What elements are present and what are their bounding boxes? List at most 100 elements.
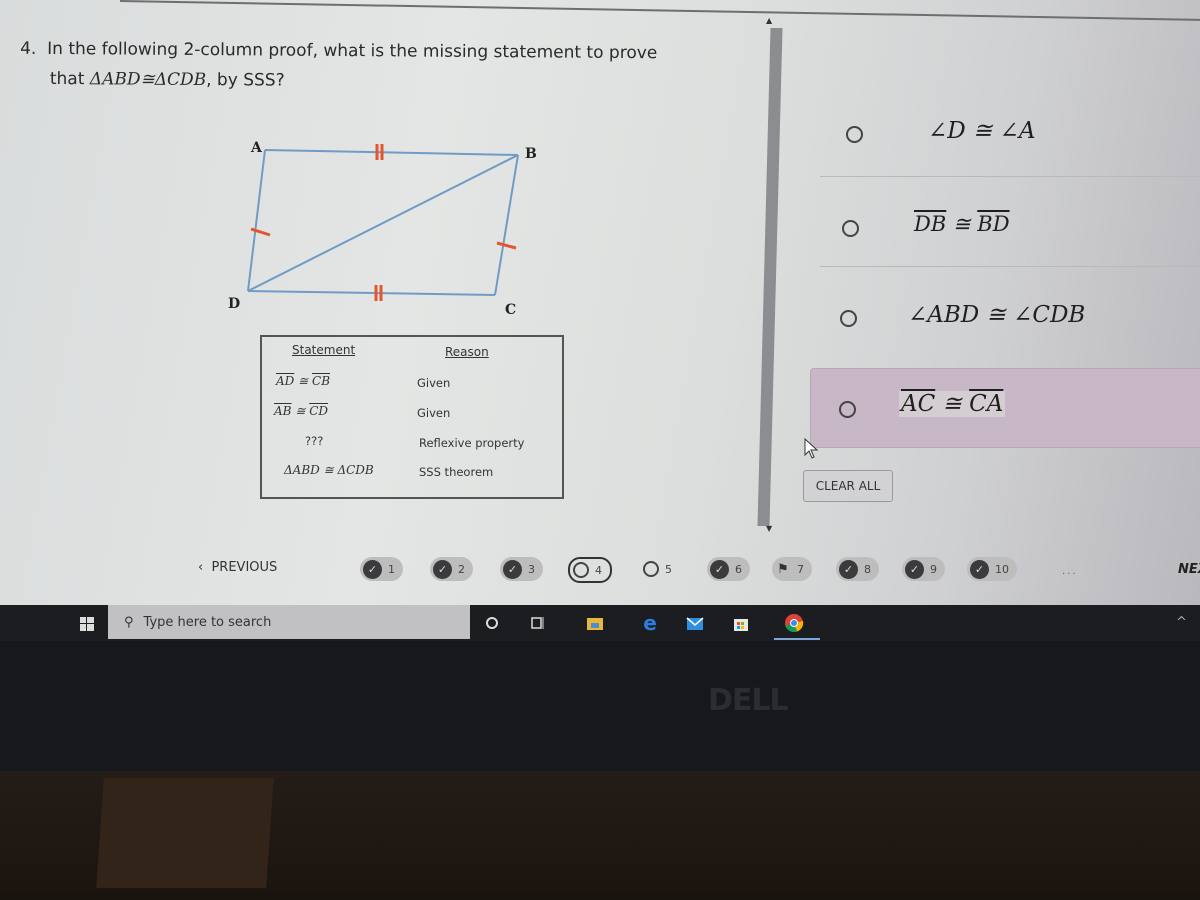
option-divider xyxy=(820,266,1200,267)
question-nav-9[interactable]: ✓ 9 xyxy=(902,557,945,581)
option-1-text: ∠D ≅ ∠A xyxy=(928,118,1036,144)
radio-button[interactable] xyxy=(840,310,857,327)
check-icon: ✓ xyxy=(363,559,382,579)
question-line-2-prefix: that xyxy=(49,68,85,90)
reason-header: Reason xyxy=(445,345,489,359)
tick-ad xyxy=(250,227,271,237)
check-icon: ✓ xyxy=(710,559,729,579)
segment-da xyxy=(247,149,266,292)
vertex-label-d: D xyxy=(228,296,241,312)
question-number: 1 xyxy=(388,562,395,576)
segment-cd xyxy=(247,290,496,296)
question-nav-8[interactable]: ✓ 8 xyxy=(836,557,879,581)
question-number: 9 xyxy=(930,562,937,576)
question-math: ΔABD≅ΔCDB xyxy=(89,69,207,91)
reason-row-3: Reflexive property xyxy=(419,436,525,450)
search-icon: ⚲ xyxy=(124,614,134,630)
check-icon: ✓ xyxy=(905,559,924,579)
mouse-cursor-icon xyxy=(804,438,819,459)
check-icon: ✓ xyxy=(839,559,858,579)
question-number: 4. xyxy=(20,38,37,59)
question-nav-1[interactable]: ✓ 1 xyxy=(360,557,403,581)
question-number: 6 xyxy=(735,562,742,576)
question-nav-4[interactable]: 4 xyxy=(568,557,612,583)
scroll-thumb[interactable] xyxy=(757,28,783,526)
question-text: 4. In the following 2-column proof, what… xyxy=(20,34,658,98)
more-questions-ellipsis[interactable]: ... xyxy=(1062,566,1078,577)
active-app-indicator xyxy=(774,638,820,640)
question-number: 8 xyxy=(864,562,871,576)
chrome-icon[interactable] xyxy=(784,613,804,633)
previous-button[interactable]: ‹ PREVIOUS xyxy=(198,560,277,575)
windows-taskbar: ⚲ Type here to search e ^ xyxy=(0,605,1200,641)
laptop-bezel: DELL xyxy=(0,641,1200,771)
answer-option-2[interactable]: DB ≅ BD xyxy=(810,200,1200,280)
option-3-text: ∠ABD ≅ ∠CDB xyxy=(908,302,1086,328)
file-explorer-icon[interactable] xyxy=(585,613,605,633)
proof-table: Statement Reason AD ≅ CB Given AB ≅ CD G… xyxy=(260,335,564,499)
reason-row-4: SSS theorem xyxy=(419,465,494,479)
question-nav-6[interactable]: ✓ 6 xyxy=(707,557,750,581)
option-2-text: DB ≅ BD xyxy=(914,212,1010,236)
laptop-touchpad-area xyxy=(96,778,274,888)
windows-start-icon[interactable] xyxy=(80,617,94,631)
question-nav-10[interactable]: ✓ 10 xyxy=(967,557,1017,581)
question-nav-5[interactable]: 5 xyxy=(640,557,680,581)
reason-row-2: Given xyxy=(417,406,451,420)
answer-option-1[interactable]: ∠D ≅ ∠A xyxy=(810,106,1200,186)
segment-ab xyxy=(264,149,519,156)
check-icon: ✓ xyxy=(433,559,452,579)
chevron-up-icon[interactable]: ^ xyxy=(1176,615,1187,630)
question-number: 7 xyxy=(797,562,804,576)
option-4-text: AC ≅ CA xyxy=(899,391,1006,417)
parallelogram-figure: A B C D xyxy=(215,130,555,330)
statement-header: Statement xyxy=(292,343,356,357)
radio-button[interactable] xyxy=(839,401,856,418)
question-number: 10 xyxy=(995,562,1009,576)
vertex-label-a: A xyxy=(251,140,262,156)
question-number: 5 xyxy=(665,562,672,576)
dell-logo: DELL xyxy=(708,683,789,718)
question-nav-2[interactable]: ✓ 2 xyxy=(430,557,473,581)
clear-all-button[interactable]: CLEAR ALL xyxy=(803,470,893,502)
question-number: 3 xyxy=(528,562,535,576)
next-button[interactable]: NEX xyxy=(1178,562,1200,577)
screen-edge xyxy=(119,0,1200,22)
flag-icon: ⚑ xyxy=(777,561,789,577)
question-nav-7[interactable]: ⚑ 7 xyxy=(772,557,812,581)
statement-row-2: AB ≅ CD xyxy=(274,404,329,418)
cortana-icon[interactable] xyxy=(482,613,502,633)
radio-button[interactable] xyxy=(842,220,859,237)
question-nav-3[interactable]: ✓ 3 xyxy=(500,557,543,581)
question-line-2-suffix: , by SSS? xyxy=(206,70,285,91)
question-number: 4 xyxy=(595,563,602,577)
reason-row-1: Given xyxy=(417,376,451,390)
statement-row-4: ΔABD ≅ ΔCDB xyxy=(284,463,374,477)
segment-bc xyxy=(494,154,519,296)
check-icon: ✓ xyxy=(503,559,522,579)
taskbar-search-box[interactable]: ⚲ Type here to search xyxy=(108,605,470,639)
tick-bc xyxy=(496,241,517,250)
question-number: 2 xyxy=(458,562,465,576)
check-icon: ✓ xyxy=(970,559,989,579)
chevron-left-icon: ‹ xyxy=(198,560,204,575)
radio-button[interactable] xyxy=(846,126,863,143)
scroll-down-arrow[interactable]: ▼ xyxy=(766,524,772,533)
segment-db xyxy=(247,154,519,292)
mail-icon[interactable] xyxy=(685,613,705,633)
vertex-label-b: B xyxy=(525,146,537,162)
answer-option-4[interactable]: AC ≅ CA xyxy=(810,368,1200,448)
previous-label: PREVIOUS xyxy=(211,560,278,575)
store-icon[interactable] xyxy=(731,613,751,633)
scroll-up-arrow[interactable]: ▲ xyxy=(766,16,772,25)
vertical-scrollbar[interactable]: ▲ ▼ xyxy=(757,16,783,534)
empty-circle-icon xyxy=(573,562,589,578)
option-divider xyxy=(820,176,1200,177)
task-view-icon[interactable] xyxy=(527,613,547,633)
edge-icon[interactable]: e xyxy=(640,611,660,635)
search-placeholder: Type here to search xyxy=(143,614,272,630)
vertex-label-c: C xyxy=(505,302,517,318)
screen: 4. In the following 2-column proof, what… xyxy=(0,0,1200,605)
answer-option-3[interactable]: ∠ABD ≅ ∠CDB xyxy=(810,290,1200,370)
figure-svg xyxy=(247,144,519,301)
